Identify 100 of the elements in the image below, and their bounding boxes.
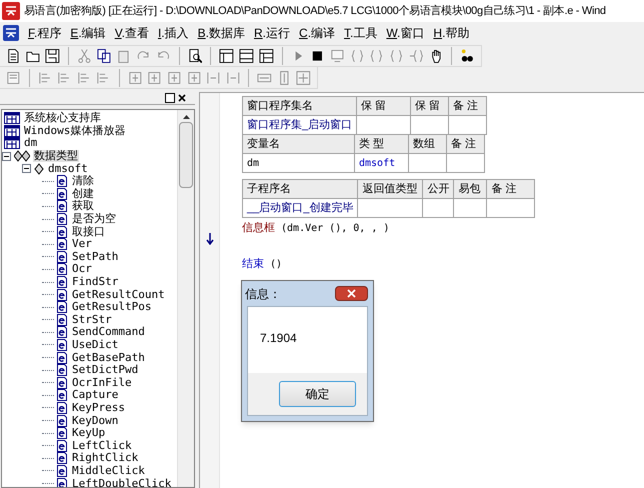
- menu-item[interactable]: C.编译: [299, 24, 336, 42]
- column-header: 变量名: [242, 134, 354, 154]
- binoculars-icon[interactable]: [460, 48, 476, 64]
- menu-item[interactable]: B.数据库: [198, 24, 245, 42]
- layout-icon[interactable]: [239, 48, 254, 64]
- collapse-toggle[interactable]: [22, 164, 31, 174]
- layout-icon[interactable]: [219, 48, 234, 64]
- tree-item[interactable]: SetDictPwd: [71, 364, 140, 376]
- tree-item[interactable]: 是否为空: [71, 213, 117, 226]
- tree-item[interactable]: Ocr: [71, 263, 93, 276]
- menu-item[interactable]: I.插入: [158, 24, 189, 42]
- layout-icon[interactable]: [258, 48, 274, 64]
- tree-item[interactable]: GetBasePath: [71, 352, 146, 364]
- tree-item[interactable]: RightClick: [71, 452, 140, 464]
- tree-item[interactable]: KeyDown: [71, 414, 120, 427]
- tree-item[interactable]: Capture: [71, 389, 120, 402]
- tree-item[interactable]: MiddleClick: [71, 464, 146, 477]
- diamonds-icon: [14, 150, 30, 162]
- column-header: 数组: [408, 134, 446, 154]
- menu-item[interactable]: F.程序: [28, 24, 62, 42]
- method-icon: [56, 326, 68, 338]
- ok-button[interactable]: 确定: [279, 381, 356, 407]
- tree-item[interactable]: 数据类型: [33, 150, 79, 162]
- scroll-up-icon[interactable]: [182, 115, 190, 119]
- tree-item[interactable]: StrStr: [71, 314, 113, 326]
- tree-item[interactable]: LeftClick: [71, 440, 133, 452]
- tree-item[interactable]: SetPath: [71, 250, 120, 263]
- tree-item[interactable]: UseDict: [71, 338, 120, 351]
- table-cell: [454, 198, 487, 218]
- method-icon: [56, 314, 68, 326]
- method-icon: [56, 213, 68, 226]
- method-icon: [56, 338, 68, 351]
- scroll-thumb[interactable]: [179, 122, 193, 188]
- menu-item[interactable]: W.窗口: [386, 24, 424, 42]
- tree-item[interactable]: GetResultCount: [71, 288, 166, 301]
- column-header: 保 留: [356, 96, 411, 116]
- tree-item[interactable]: FindStr: [71, 276, 120, 288]
- arrow-down-icon: [205, 233, 215, 245]
- scrollbar[interactable]: [177, 110, 194, 487]
- method-icon: [56, 440, 68, 452]
- method-icon: [56, 376, 68, 389]
- tree-item[interactable]: dm: [23, 137, 38, 150]
- table-cell: [446, 154, 484, 172]
- tree-item[interactable]: dmsoft: [47, 162, 89, 175]
- tree-item[interactable]: 创建: [71, 188, 95, 200]
- copy-icon[interactable]: [96, 48, 112, 64]
- menu-item[interactable]: H.帮助: [433, 24, 470, 42]
- method-icon: [56, 364, 68, 376]
- column-header: 备 注: [448, 96, 487, 116]
- method-icon: [56, 175, 68, 188]
- menu-item[interactable]: E.编辑: [70, 24, 106, 42]
- collapse-toggle[interactable]: [2, 152, 11, 161]
- menu-item[interactable]: R.运行: [254, 24, 290, 42]
- tree-item[interactable]: Ver: [71, 238, 93, 250]
- new-file-icon[interactable]: [6, 48, 21, 64]
- method-icon: [56, 452, 68, 464]
- method-icon: [56, 352, 68, 364]
- close-icon: [347, 289, 356, 298]
- method-icon: [56, 464, 68, 477]
- tree-item[interactable]: 取接口: [71, 226, 106, 238]
- tree-item[interactable]: Windows媒体播放器: [23, 124, 126, 137]
- method-icon: [56, 427, 68, 440]
- column-header: 备 注: [486, 180, 535, 198]
- close-button[interactable]: [335, 286, 368, 301]
- method-icon: [56, 200, 68, 212]
- tree-item[interactable]: OcrInFile: [71, 376, 133, 389]
- method-icon: [56, 250, 68, 263]
- restore-icon[interactable]: [165, 93, 175, 103]
- column-header: 易包: [454, 180, 487, 198]
- method-icon: [56, 402, 68, 414]
- tree-item[interactable]: KeyUp: [71, 427, 106, 440]
- dialog-title: 信息：: [245, 286, 281, 302]
- method-icon: [56, 226, 68, 238]
- library-icon: [4, 124, 20, 137]
- tree-item[interactable]: 系统核心支持库: [23, 112, 102, 124]
- menu-item[interactable]: V.查看: [114, 24, 149, 42]
- find-icon[interactable]: [188, 48, 202, 64]
- app-logo-icon: [3, 25, 19, 41]
- close-icon[interactable]: [177, 93, 187, 103]
- tree-item[interactable]: GetResultPos: [71, 301, 152, 314]
- code-line: 结束 (): [242, 256, 284, 272]
- tree-item[interactable]: LeftDoubleClick: [71, 478, 172, 487]
- tree-item[interactable]: 获取: [71, 200, 95, 212]
- menu-item[interactable]: T.工具: [344, 24, 378, 42]
- library-icon: [4, 112, 20, 124]
- method-icon: [56, 288, 68, 301]
- column-header: 子程序名: [242, 180, 358, 198]
- method-icon: [56, 301, 68, 314]
- tree-item[interactable]: KeyPress: [71, 402, 126, 414]
- column-header: 类 型: [354, 134, 408, 154]
- table-cell: dmsoft: [354, 154, 408, 172]
- save-icon[interactable]: [45, 48, 60, 64]
- tree-item[interactable]: 清除: [71, 175, 95, 188]
- column-header: 返回值类型: [358, 180, 423, 198]
- tree-item[interactable]: SendCommand: [71, 326, 146, 338]
- method-icon: [56, 389, 68, 402]
- table-cell: [408, 154, 446, 172]
- table-cell: [358, 198, 423, 218]
- library-icon: [4, 137, 20, 150]
- method-icon: [56, 188, 68, 200]
